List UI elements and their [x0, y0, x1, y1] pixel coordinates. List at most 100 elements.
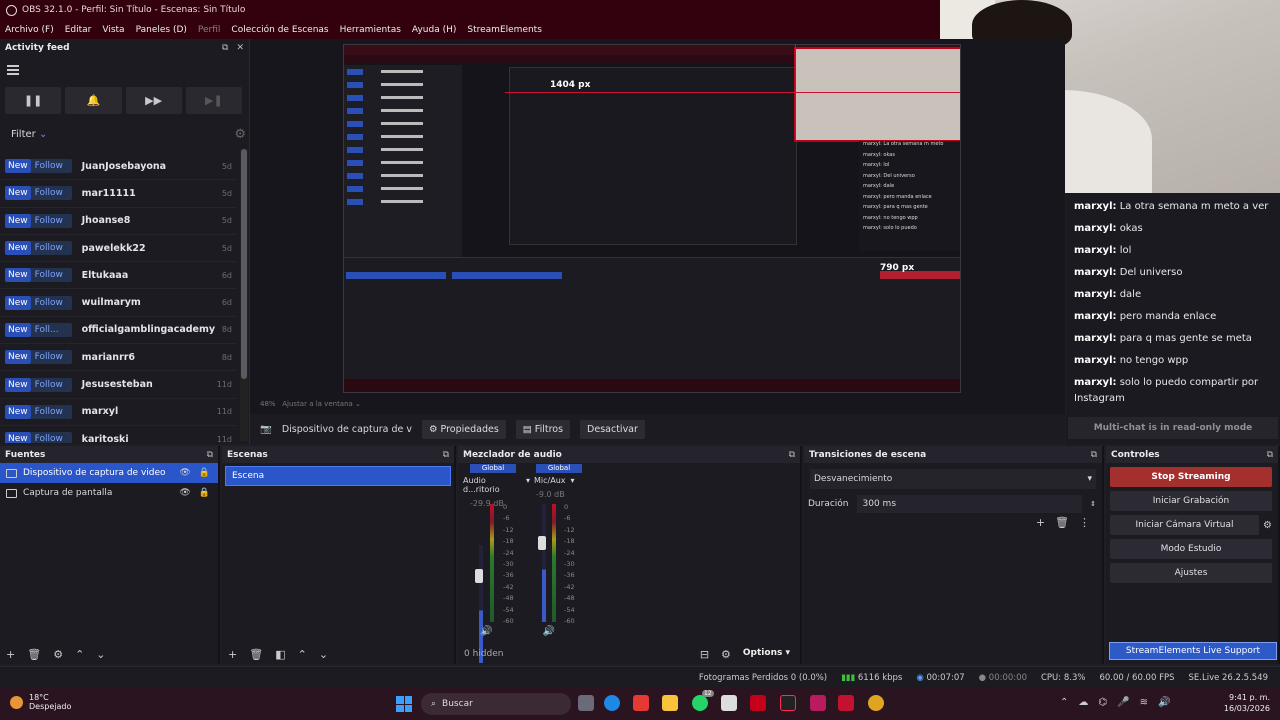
- feed-item[interactable]: New Follow Jhoanse8 5d: [0, 208, 236, 235]
- skip-button[interactable]: ▶▶: [125, 87, 182, 114]
- gear-icon[interactable]: ⚙: [234, 127, 246, 142]
- tiktok-icon[interactable]: [780, 695, 796, 711]
- transition-select[interactable]: Desvanecimiento ▾: [810, 469, 1096, 489]
- edge-icon[interactable]: [604, 695, 620, 711]
- source-item-screen[interactable]: Captura de pantalla 👁 🔒: [0, 483, 218, 503]
- folder-icon[interactable]: [662, 695, 678, 711]
- feed-item[interactable]: New Follow marianrr6 8d: [0, 344, 236, 372]
- source-context-bar: 📷 Dispositivo de captura de v ⚙ Propieda…: [250, 414, 1065, 444]
- eye-icon[interactable]: 👁: [179, 488, 190, 498]
- weather-widget[interactable]: 18°C Despejado: [10, 693, 71, 711]
- menu-ayuda[interactable]: Ayuda (H): [412, 25, 456, 35]
- layout-icon[interactable]: ⊟: [700, 648, 709, 661]
- menu-streamelements[interactable]: StreamElements: [467, 25, 542, 35]
- cloud-icon[interactable]: ☁: [1078, 697, 1088, 708]
- notification-badge: 12: [702, 690, 714, 697]
- coin-app-icon[interactable]: [868, 695, 884, 711]
- store-icon[interactable]: [721, 695, 737, 711]
- studio-mode-button[interactable]: Modo Estudio: [1110, 539, 1272, 559]
- pause-button[interactable]: ❚❚: [5, 87, 62, 114]
- more-icon[interactable]: ⋮: [1079, 516, 1090, 529]
- scene-item[interactable]: Escena: [225, 466, 451, 486]
- speaker-icon[interactable]: 🔊: [542, 626, 554, 637]
- virtual-camera-button[interactable]: Iniciar Cámara Virtual: [1110, 515, 1260, 535]
- deactivate-button[interactable]: Desactivar: [580, 419, 645, 439]
- settings-button[interactable]: Ajustes: [1110, 563, 1272, 583]
- lock-icon[interactable]: 🔒: [199, 488, 210, 498]
- volume-icon[interactable]: 🔊: [1158, 697, 1170, 708]
- app-icon-f[interactable]: [810, 695, 826, 711]
- menu-archivo[interactable]: Archivo (F): [5, 25, 54, 35]
- up-icon[interactable]: ⌃: [75, 648, 84, 661]
- close-icon[interactable]: ✕: [236, 43, 244, 53]
- mic-tray-icon[interactable]: 🎤: [1117, 697, 1129, 708]
- gear-icon[interactable]: ⚙: [1263, 520, 1272, 531]
- start-recording-button[interactable]: Iniciar Grabación: [1110, 491, 1272, 511]
- scale-tick: -48: [564, 594, 575, 603]
- feed-item[interactable]: New Follow pawelekk22 5d: [0, 235, 236, 263]
- trash-icon[interactable]: 🗑: [249, 648, 263, 661]
- float-icon[interactable]: ⧉: [1091, 450, 1097, 460]
- trash-icon[interactable]: 🗑: [27, 648, 41, 661]
- volume-slider-desktop[interactable]: [475, 569, 483, 583]
- windows-start-icon[interactable]: [396, 696, 412, 712]
- menu-paneles[interactable]: Paneles (D): [136, 25, 187, 35]
- wifi-icon[interactable]: ≋: [1140, 697, 1148, 708]
- streamelements-support-button[interactable]: StreamElements Live Support: [1109, 642, 1277, 660]
- duration-input[interactable]: 300 ms: [856, 495, 1083, 513]
- add-icon[interactable]: +: [1036, 516, 1045, 529]
- menu-coleccion[interactable]: Colección de Escenas: [231, 25, 328, 35]
- filter-dropdown[interactable]: Filter ⌄: [11, 129, 47, 140]
- mixer-options-button[interactable]: Options ▾: [743, 648, 790, 661]
- bell-button[interactable]: 🔔: [65, 87, 122, 114]
- menu-vista[interactable]: Vista: [102, 25, 124, 35]
- app-icon-w[interactable]: [750, 695, 766, 711]
- up-icon[interactable]: ⌃: [298, 648, 307, 661]
- settings-icon[interactable]: ⚙: [721, 648, 731, 661]
- filter-icon[interactable]: ◧: [275, 648, 285, 661]
- down-icon[interactable]: ⌄: [96, 648, 105, 661]
- feed-item[interactable]: New Follow Eltukaaa 6d: [0, 262, 236, 290]
- volume-slider-mic[interactable]: [538, 536, 546, 550]
- feed-item[interactable]: New Follow mar11111 5d: [0, 180, 236, 208]
- chevron-up-icon[interactable]: ⌃: [1060, 697, 1068, 708]
- feed-item[interactable]: New Follow karitoski 11d: [0, 426, 236, 443]
- menu-herramientas[interactable]: Herramientas: [340, 25, 401, 35]
- next-button[interactable]: ▶❚: [185, 87, 242, 114]
- down-icon[interactable]: ⌄: [319, 648, 328, 661]
- feed-item[interactable]: New Follow marxyl 11d: [0, 399, 236, 426]
- whatsapp-icon[interactable]: [692, 695, 708, 711]
- speaker-icon[interactable]: 🔊: [480, 626, 492, 637]
- obs-taskbar-icon[interactable]: [838, 695, 854, 711]
- camera-icon: [6, 468, 17, 478]
- feed-item[interactable]: New Foll... officialgamblingacademy 8d: [0, 317, 236, 345]
- clock[interactable]: 9:41 p. m. 16/03/2026: [1224, 692, 1270, 714]
- source-item-video[interactable]: Dispositivo de captura de video 👁 🔒: [0, 463, 218, 483]
- task-view-icon[interactable]: [578, 695, 594, 711]
- network-icon[interactable]: ⌬: [1098, 697, 1107, 708]
- float-icon[interactable]: ⧉: [207, 450, 213, 460]
- add-icon[interactable]: +: [6, 648, 15, 661]
- feed-item[interactable]: New Follow Jesusesteban 11d: [0, 371, 236, 399]
- stop-streaming-button[interactable]: Stop Streaming: [1110, 467, 1272, 487]
- float-icon[interactable]: ⧉: [222, 43, 228, 53]
- filters-button[interactable]: ▤ Filtros: [515, 419, 571, 439]
- taskbar-search[interactable]: ⌕ Buscar: [421, 693, 571, 715]
- menu-editar[interactable]: Editar: [65, 25, 92, 35]
- feed-item[interactable]: New Follow JuanJosebayona 5d: [0, 153, 236, 181]
- properties-button[interactable]: ⚙ Propiedades: [421, 419, 506, 439]
- stepper-icon[interactable]: ⇕: [1090, 500, 1096, 508]
- feed-item[interactable]: New Follow wuilmarym 6d: [0, 289, 236, 317]
- lock-icon[interactable]: 🔒: [199, 468, 210, 478]
- feed-scrollbar[interactable]: [240, 149, 248, 441]
- trash-icon[interactable]: 🗑: [1055, 516, 1069, 529]
- float-icon[interactable]: ⧉: [789, 450, 795, 460]
- menu-icon[interactable]: [7, 65, 19, 75]
- youtube-icon[interactable]: [633, 695, 649, 711]
- add-icon[interactable]: +: [228, 648, 237, 661]
- float-icon[interactable]: ⧉: [443, 450, 449, 460]
- float-icon[interactable]: ⧉: [1267, 450, 1273, 460]
- eye-icon[interactable]: 👁: [179, 468, 190, 478]
- menu-perfil[interactable]: Perfil: [198, 25, 221, 35]
- gear-icon[interactable]: ⚙: [53, 648, 63, 661]
